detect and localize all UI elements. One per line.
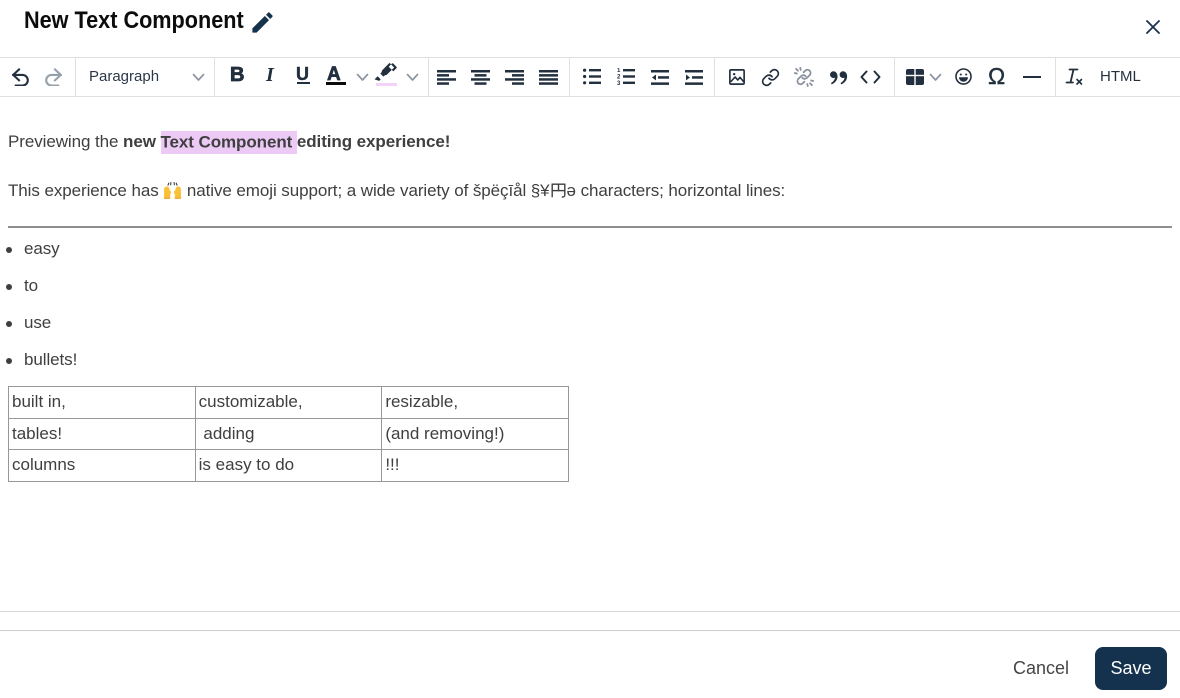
svg-text:2: 2 [617,75,621,81]
svg-text:1: 1 [617,68,621,74]
svg-text:3: 3 [617,81,621,85]
